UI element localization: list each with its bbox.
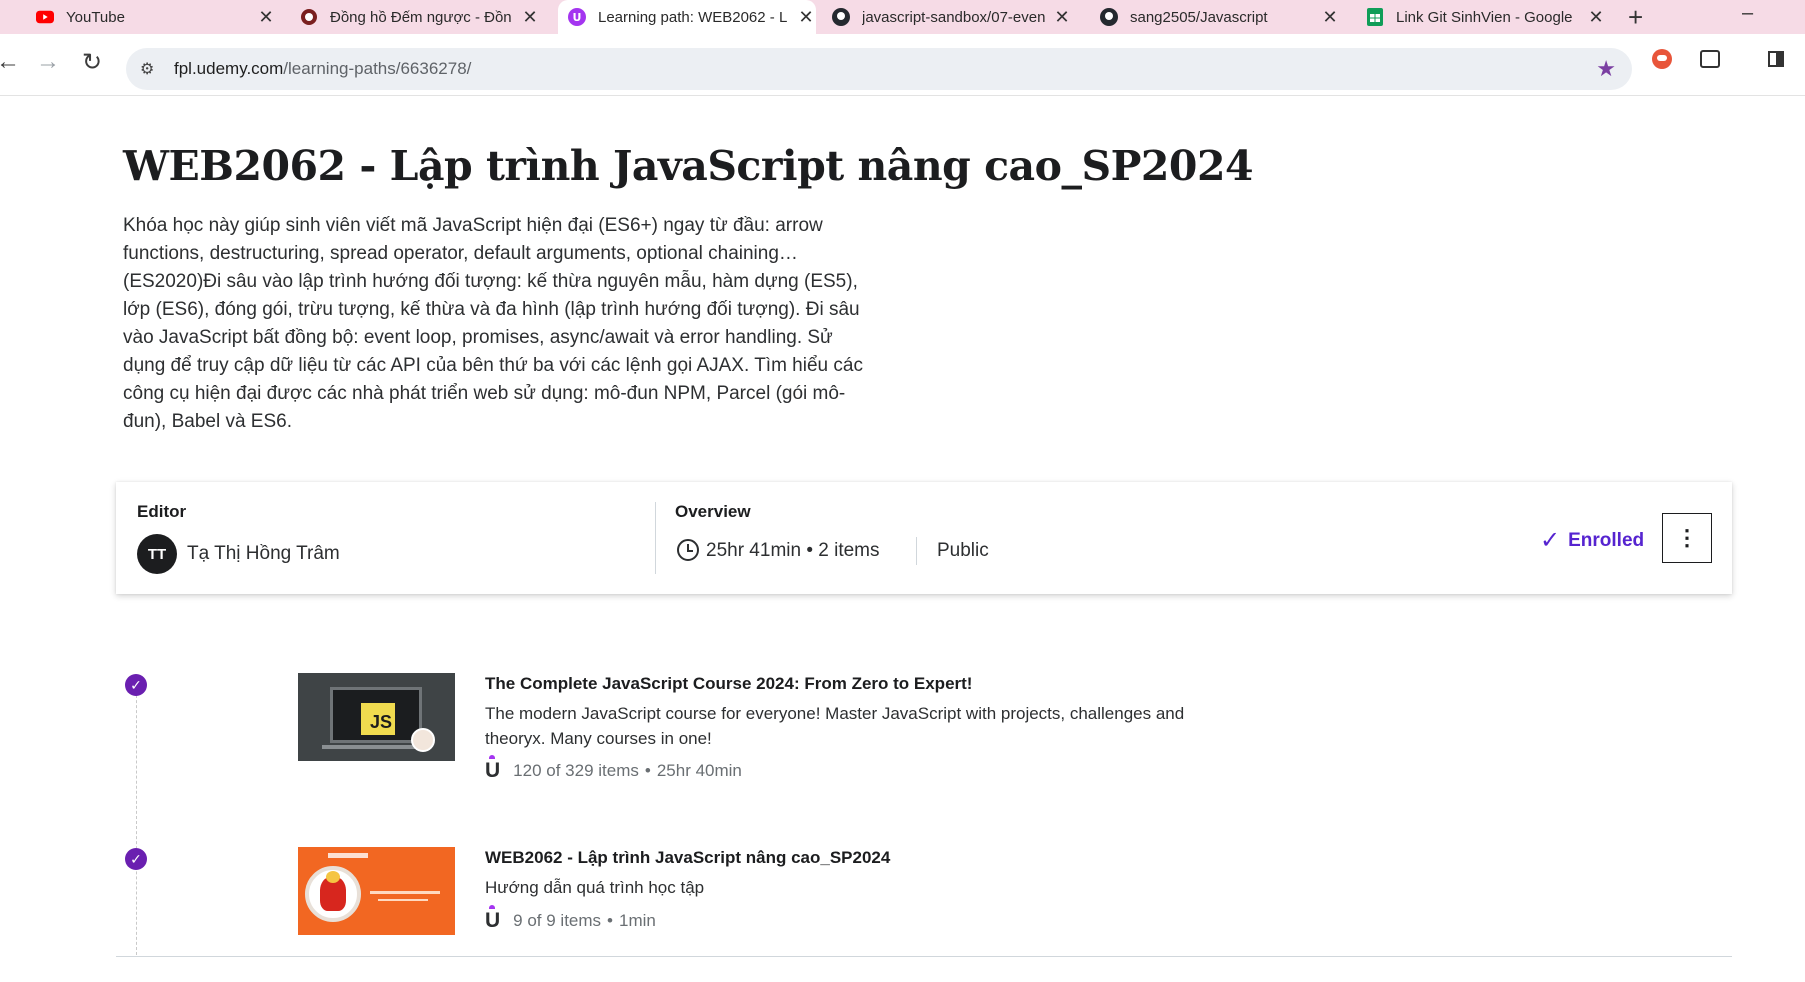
close-tab-icon[interactable]: ✕ [1586, 7, 1606, 28]
learning-path-info-card: Editor TT Tạ Thị Hồng Trâm Overview 25hr… [116, 482, 1732, 594]
close-tab-icon[interactable]: ✕ [256, 7, 276, 28]
divider [116, 956, 1732, 957]
enrolled-status: ✓ Enrolled [1540, 526, 1644, 555]
course-title[interactable]: The Complete JavaScript Course 2024: Fro… [485, 674, 972, 694]
progress-timeline [136, 690, 137, 955]
tab-github-sandbox[interactable]: javascript-sandbox/07-even ✕ [832, 0, 1072, 34]
tab-google-sheets[interactable]: Link Git SinhVien - Google ✕ [1366, 0, 1606, 34]
course-duration: 1min [619, 911, 656, 930]
udemy-logo-icon: U [485, 755, 501, 782]
browser-tab-strip: YouTube ✕ Đồng hồ Đếm ngược - Đồn ✕ U Le… [0, 0, 1805, 34]
udemy-logo-icon: U [485, 905, 501, 932]
extension-icon[interactable] [1652, 49, 1672, 69]
tab-learning-path[interactable]: U Learning path: WEB2062 - L ✕ [558, 0, 816, 34]
avatar[interactable]: TT [137, 534, 177, 574]
bookmark-star-icon[interactable]: ★ [1596, 56, 1616, 82]
course-thumbnail[interactable]: JS [298, 673, 455, 761]
site-info-icon[interactable]: ⚙ [140, 59, 160, 79]
close-tab-icon[interactable]: ✕ [520, 7, 540, 28]
completed-check-icon: ✓ [125, 674, 147, 696]
editor-name[interactable]: Tạ Thị Hồng Trâm [187, 543, 340, 565]
mascot-image [320, 871, 346, 911]
tab-countdown[interactable]: Đồng hồ Đếm ngược - Đồn ✕ [300, 0, 540, 34]
checkmark-icon: ✓ [1540, 527, 1561, 554]
course-description: Hướng dẫn quá trình học tập [485, 878, 705, 897]
more-options-button[interactable]: ⋮ [1662, 513, 1712, 563]
svg-text:U: U [573, 11, 582, 24]
enrolled-label: Enrolled [1568, 529, 1645, 551]
tab-title: sang2505/Javascript [1130, 8, 1268, 26]
tab-github-javascript[interactable]: sang2505/Javascript ✕ [1100, 0, 1340, 34]
close-tab-icon[interactable]: ✕ [796, 7, 816, 28]
new-tab-button[interactable]: + [1628, 2, 1643, 33]
clock-icon [677, 539, 699, 561]
address-bar[interactable]: ⚙ fpl.udemy.com/learning-paths/6636278/ … [126, 48, 1632, 90]
course-meta: U 120 of 329 items • 25hr 40min [485, 755, 742, 782]
timer-site-icon [300, 8, 318, 26]
learning-path-description: Khóa học này giúp sinh viên viết mã Java… [123, 215, 863, 432]
forward-arrow-icon[interactable]: → [36, 48, 60, 76]
instructor-avatar [411, 728, 435, 752]
tab-title: Đồng hồ Đếm ngược - Đồn [330, 8, 512, 26]
browser-toolbar: ← → ↻ ⚙ fpl.udemy.com/learning-paths/663… [0, 34, 1805, 96]
course-thumbnail[interactable] [298, 847, 455, 935]
course-description: The modern JavaScript course for everyon… [485, 704, 1185, 748]
extensions-puzzle-icon[interactable] [1700, 50, 1720, 68]
close-tab-icon[interactable]: ✕ [1052, 7, 1072, 28]
page-title: WEB2062 - Lập trình JavaScript nâng cao_… [123, 142, 1254, 190]
editor-label: Editor [137, 502, 187, 521]
tab-overflow-edge [0, 0, 12, 34]
tab-title: YouTube [66, 8, 125, 26]
course-meta: U 9 of 9 items • 1min [485, 905, 656, 932]
overview-duration-items: 25hr 41min • 2 items [706, 540, 880, 561]
url-text[interactable]: fpl.udemy.com/learning-paths/6636278/ [174, 59, 471, 79]
reload-icon[interactable]: ↻ [82, 48, 102, 77]
course-duration: 25hr 40min [656, 761, 742, 780]
completed-check-icon: ✓ [125, 848, 147, 870]
google-sheets-icon [1366, 8, 1384, 26]
divider [916, 537, 917, 565]
github-icon [832, 8, 850, 26]
divider [655, 502, 656, 574]
tab-youtube[interactable]: YouTube ✕ [36, 0, 276, 34]
youtube-icon [36, 8, 54, 26]
overview-label: Overview [675, 502, 751, 521]
js-logo: JS [361, 703, 395, 735]
back-arrow-icon[interactable]: ← [0, 48, 20, 76]
udemy-icon: U [568, 8, 586, 26]
tab-title: javascript-sandbox/07-even [862, 8, 1046, 26]
course-progress: 9 of 9 items [513, 911, 602, 930]
side-panel-icon[interactable] [1768, 51, 1784, 67]
tab-title: Link Git SinhVien - Google [1396, 8, 1573, 26]
close-tab-icon[interactable]: ✕ [1320, 7, 1340, 28]
course-title[interactable]: WEB2062 - Lập trình JavaScript nâng cao_… [485, 848, 890, 868]
minimize-window-button[interactable]: – [1742, 2, 1753, 25]
course-progress: 120 of 329 items [513, 761, 639, 780]
tab-title: Learning path: WEB2062 - L [598, 8, 788, 26]
visibility-status: Public [937, 540, 989, 561]
github-icon [1100, 8, 1118, 26]
